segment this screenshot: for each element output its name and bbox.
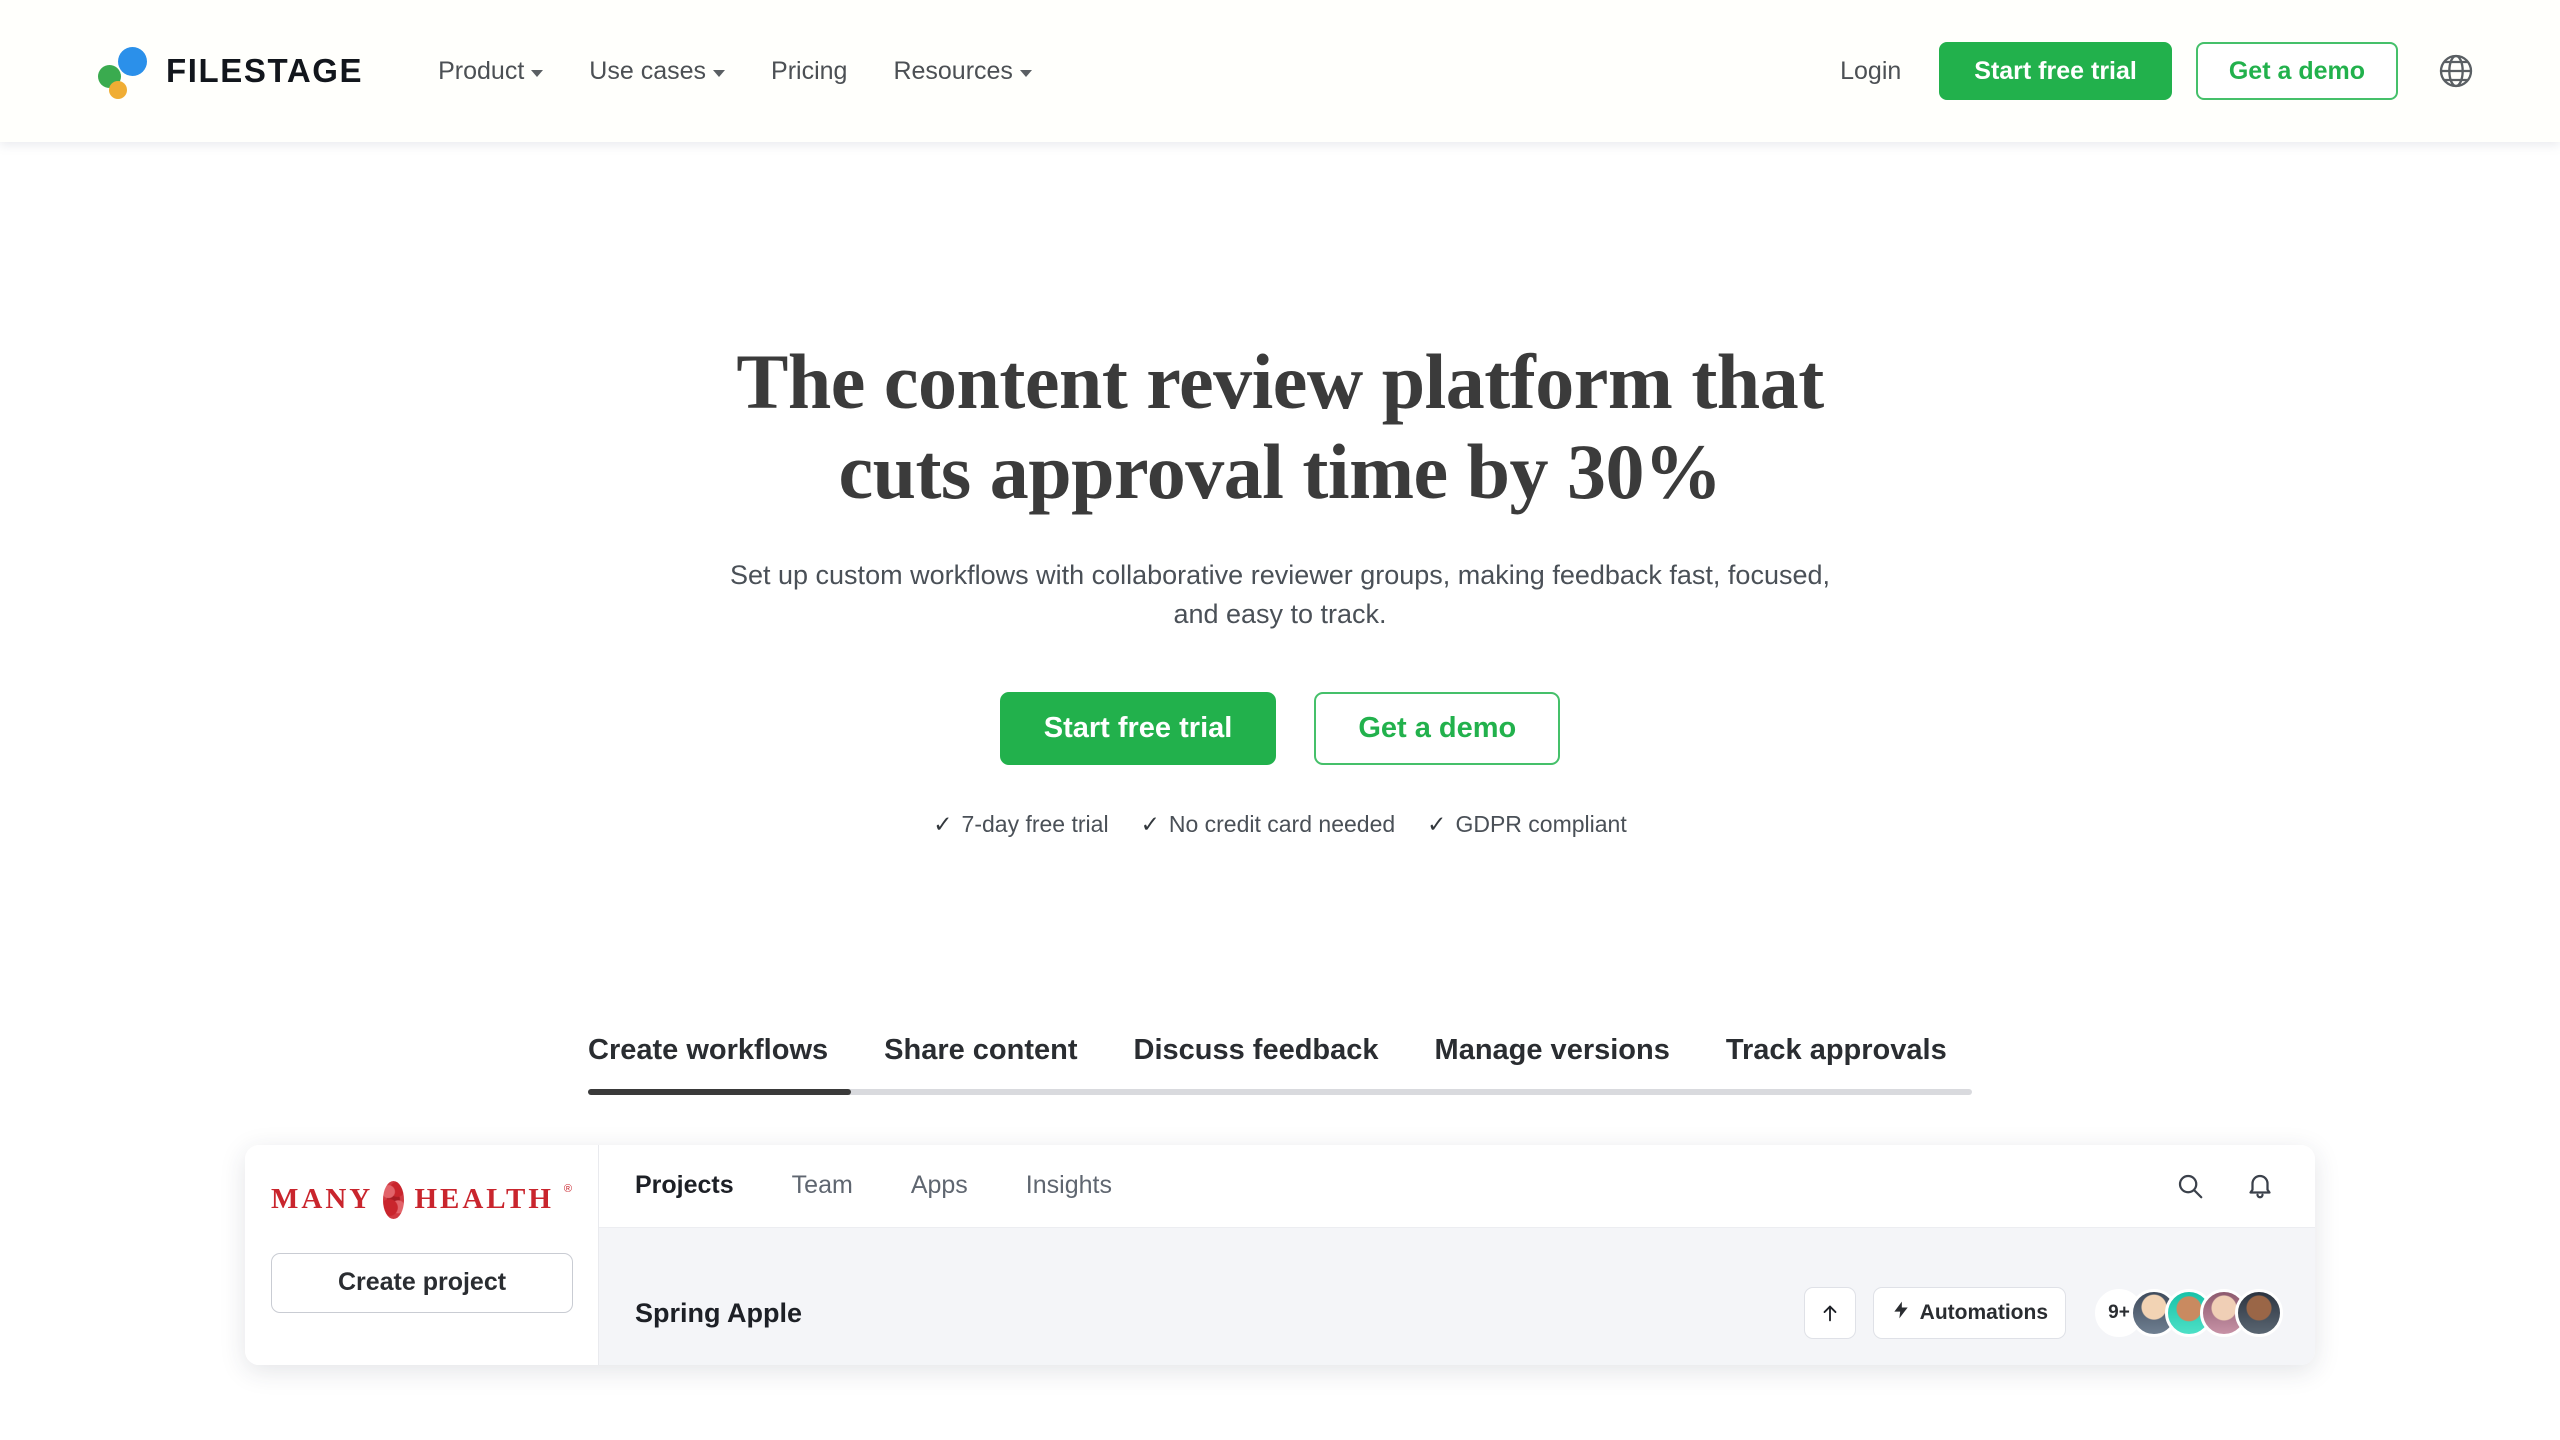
brand-name: FILESTAGE bbox=[166, 52, 364, 89]
chevron-down-icon bbox=[1019, 69, 1032, 77]
hero-get-a-demo-button[interactable]: Get a demo bbox=[1314, 691, 1561, 765]
tab-create-workflows[interactable]: Create workflows bbox=[588, 1034, 856, 1067]
nav-item-use-cases[interactable]: Use cases bbox=[566, 47, 748, 96]
workspace-name-left: MANY bbox=[271, 1183, 374, 1216]
search-icon[interactable] bbox=[2173, 1169, 2207, 1203]
many-health-blob-logo: MANY HEALTH ® bbox=[271, 1180, 572, 1219]
nav-item-pricing[interactable]: Pricing bbox=[748, 47, 870, 96]
upload-arrow-icon[interactable] bbox=[1803, 1287, 1856, 1340]
create-project-button[interactable]: Create project bbox=[271, 1252, 573, 1313]
workspace-blob-icon bbox=[383, 1180, 405, 1219]
hero-section: The content review platform that cuts ap… bbox=[0, 142, 2560, 838]
check-icon: ✓ bbox=[933, 810, 953, 837]
trust-badge-free-trial: ✓ 7-day free trial bbox=[933, 811, 1108, 838]
check-icon: ✓ bbox=[1140, 810, 1160, 837]
nav-item-label: Product bbox=[438, 56, 525, 85]
feature-tabs-list: Create workflows Share content Discuss f… bbox=[588, 1034, 1972, 1089]
app-preview-card: MANY HEALTH ® Create project Projects Te… bbox=[245, 1144, 2315, 1365]
trust-badge-label: GDPR compliant bbox=[1455, 810, 1627, 837]
main-navigation: Product Use cases Pricing Resources bbox=[415, 47, 1055, 96]
app-preview-section: MANY HEALTH ® Create project Projects Te… bbox=[0, 1144, 2560, 1365]
header-actions: Login Start free trial Get a demo bbox=[1818, 42, 2478, 100]
hero-cta-group: Start free trial Get a demo bbox=[0, 691, 2560, 765]
feature-tabs-progress-track[interactable] bbox=[588, 1088, 1972, 1095]
login-link[interactable]: Login bbox=[1818, 47, 1923, 96]
site-header: FILESTAGE Product Use cases Pricing Reso… bbox=[0, 0, 2560, 142]
app-preview-main: Projects Team Apps Insights Spring Apple… bbox=[599, 1144, 2315, 1365]
check-icon: ✓ bbox=[1427, 810, 1447, 837]
trust-badge-label: 7-day free trial bbox=[961, 810, 1109, 837]
app-preview-sidebar: MANY HEALTH ® Create project bbox=[245, 1144, 599, 1365]
automations-label: Automations bbox=[1919, 1301, 2048, 1325]
app-tab-apps[interactable]: Apps bbox=[882, 1171, 997, 1200]
app-tab-team[interactable]: Team bbox=[763, 1171, 882, 1200]
bell-icon[interactable] bbox=[2243, 1169, 2277, 1203]
automations-bolt-icon bbox=[1891, 1300, 1911, 1326]
tab-track-approvals[interactable]: Track approvals bbox=[1698, 1034, 1975, 1067]
header-get-a-demo-button[interactable]: Get a demo bbox=[2195, 42, 2398, 100]
feature-tabs-section: Create workflows Share content Discuss f… bbox=[0, 1034, 2560, 1095]
trust-badge-label: No credit card needed bbox=[1168, 810, 1396, 837]
workspace-name-right: HEALTH bbox=[414, 1183, 554, 1216]
hero-title-line-1: The content review platform that bbox=[736, 338, 1824, 425]
chevron-down-icon bbox=[531, 69, 544, 77]
trust-badges: ✓ 7-day free trial ✓ No credit card need… bbox=[0, 811, 2560, 838]
logo-dot-blue bbox=[118, 47, 147, 76]
app-tab-projects[interactable]: Projects bbox=[635, 1171, 763, 1200]
member-avatar-stack[interactable]: 9+ bbox=[2095, 1289, 2283, 1338]
feature-tabs-active-indicator bbox=[588, 1088, 851, 1095]
nav-item-label: Resources bbox=[893, 56, 1013, 85]
registered-mark: ® bbox=[563, 1182, 572, 1195]
brand-logo[interactable]: FILESTAGE bbox=[98, 45, 364, 99]
nav-item-label: Use cases bbox=[589, 56, 707, 85]
avatar bbox=[2235, 1289, 2283, 1338]
app-preview-body: Spring Apple Automations 9+ bbox=[599, 1227, 2315, 1365]
automations-button[interactable]: Automations bbox=[1872, 1287, 2066, 1340]
app-preview-topbar-icons bbox=[2173, 1169, 2277, 1203]
header-start-free-trial-button[interactable]: Start free trial bbox=[1939, 42, 2172, 100]
app-preview-topbar: Projects Team Apps Insights bbox=[599, 1144, 2315, 1228]
tab-manage-versions[interactable]: Manage versions bbox=[1407, 1034, 1698, 1067]
hero-subtitle: Set up custom workflows with collaborati… bbox=[729, 559, 1830, 629]
globe-icon[interactable] bbox=[2434, 49, 2478, 93]
page-title: The content review platform that cuts ap… bbox=[580, 337, 1980, 518]
logo-dot-orange bbox=[109, 81, 127, 99]
feature-tabs-inner: Create workflows Share content Discuss f… bbox=[588, 1034, 1972, 1095]
app-tab-insights[interactable]: Insights bbox=[997, 1171, 1141, 1200]
nav-item-label: Pricing bbox=[771, 56, 848, 85]
hero-title-line-2: cuts approval time by 30% bbox=[838, 428, 1722, 516]
tab-discuss-feedback[interactable]: Discuss feedback bbox=[1106, 1034, 1407, 1067]
nav-item-product[interactable]: Product bbox=[415, 47, 566, 96]
tab-share-content[interactable]: Share content bbox=[856, 1034, 1105, 1067]
trust-badge-no-credit-card: ✓ No credit card needed bbox=[1141, 811, 1396, 838]
chevron-down-icon bbox=[713, 69, 726, 77]
app-preview-body-actions: Automations 9+ bbox=[1803, 1287, 2283, 1340]
project-title: Spring Apple bbox=[635, 1297, 802, 1328]
filestage-dots-logo bbox=[98, 45, 150, 99]
nav-item-resources[interactable]: Resources bbox=[870, 47, 1055, 96]
trust-badge-gdpr: ✓ GDPR compliant bbox=[1427, 811, 1627, 838]
hero-start-free-trial-button[interactable]: Start free trial bbox=[999, 691, 1277, 765]
